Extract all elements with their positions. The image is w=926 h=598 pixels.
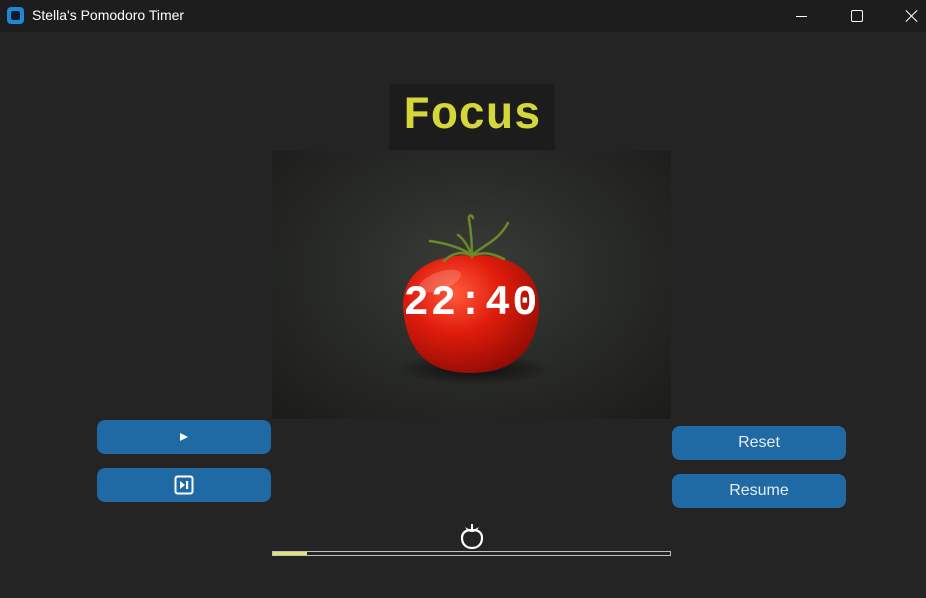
tomato-icon xyxy=(460,524,484,550)
app-icon xyxy=(7,7,24,24)
close-icon xyxy=(905,9,919,23)
play-icon xyxy=(180,433,188,441)
reset-button[interactable]: Reset xyxy=(672,426,846,460)
title-bar: Stella's Pomodoro Timer xyxy=(0,0,926,32)
maximize-button[interactable] xyxy=(834,0,880,32)
minimize-icon xyxy=(795,15,807,17)
tomato-stem xyxy=(428,214,510,263)
resume-button[interactable]: Resume xyxy=(672,474,846,508)
session-progress-fill xyxy=(273,552,308,555)
close-button[interactable] xyxy=(889,0,926,32)
start-button[interactable] xyxy=(97,420,271,454)
time-remaining: 22:40 xyxy=(403,279,540,327)
skip-forward-icon xyxy=(174,475,194,495)
skip-button[interactable] xyxy=(97,468,271,502)
session-progress-bar xyxy=(272,551,671,556)
mode-label: Focus xyxy=(402,90,542,142)
minimize-button[interactable] xyxy=(778,0,824,32)
maximize-icon xyxy=(851,10,863,22)
window-title: Stella's Pomodoro Timer xyxy=(32,7,185,23)
